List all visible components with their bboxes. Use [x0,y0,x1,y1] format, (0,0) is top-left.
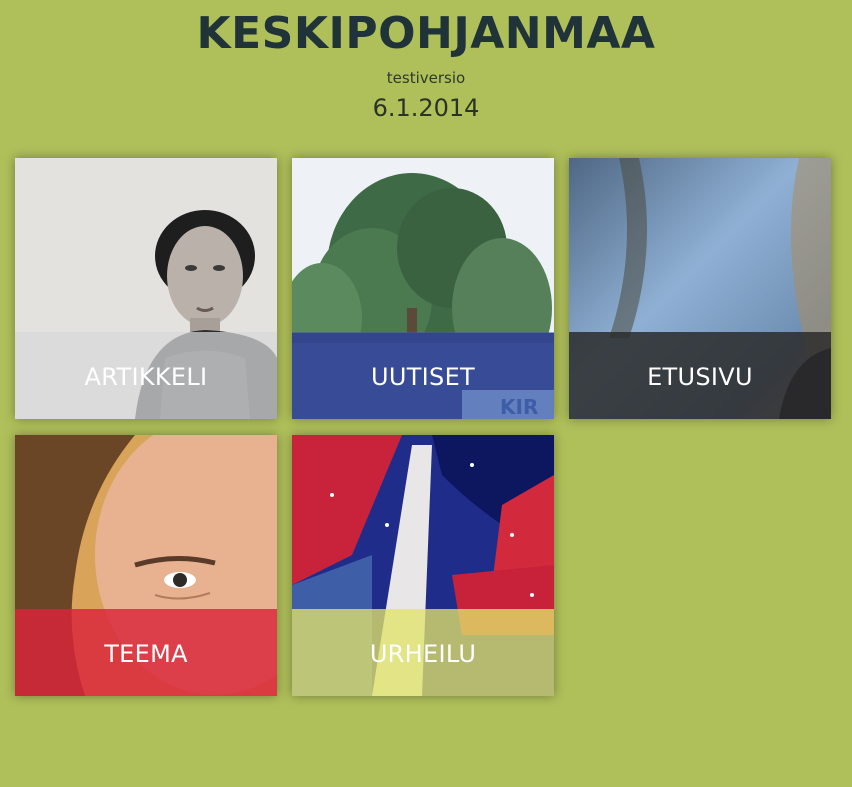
tile-teema[interactable]: TEEMA [15,435,277,696]
tile-label: TEEMA [104,640,188,668]
issue-date: 6.1.2014 [372,94,480,122]
tile-label: URHEILU [369,640,477,668]
tile-etusivu[interactable]: ETUSIVU [569,158,831,419]
tile-label: ETUSIVU [647,363,753,391]
tile-label: ARTIKKELI [84,363,208,391]
site-subtitle: testiversio [386,69,466,87]
tile-urheilu[interactable]: URHEILU [292,435,554,696]
site-title: KESKIPOHJANMAA [196,8,656,59]
tile-uutiset[interactable]: KIR UUTISET [292,158,554,419]
tile-artikkeli[interactable]: ARTIKKELI [15,158,277,419]
tile-label: UUTISET [370,363,476,391]
